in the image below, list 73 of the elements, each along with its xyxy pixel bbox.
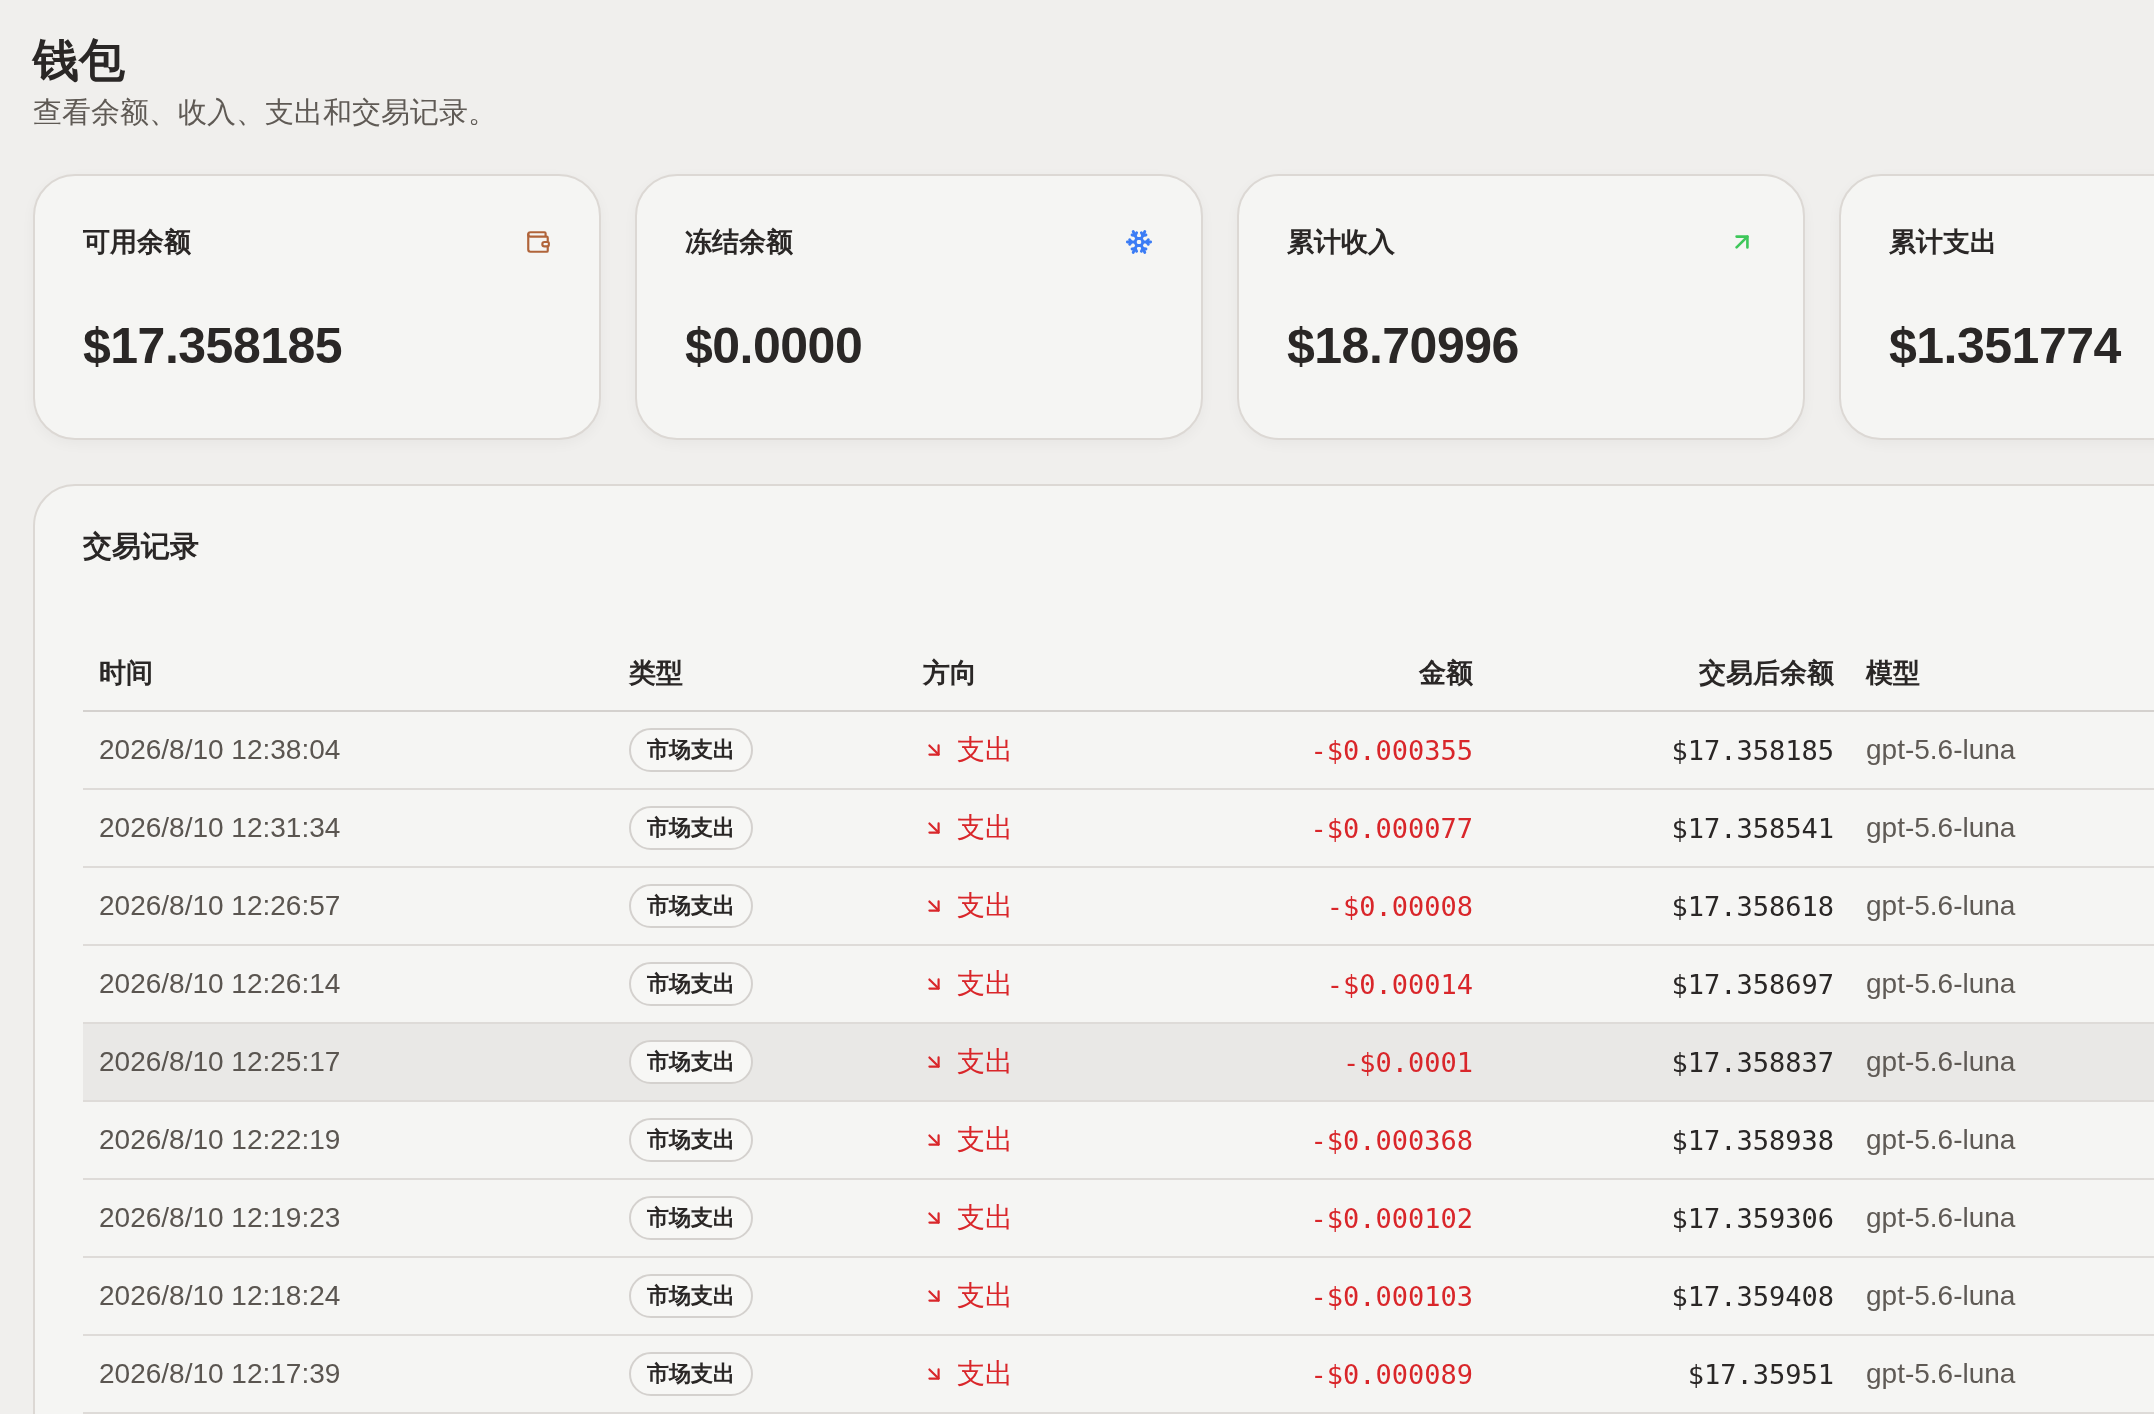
- model-cell: gpt-5.6-luna: [1866, 1046, 2016, 1078]
- model-cell: gpt-5.6-luna: [1866, 890, 2016, 922]
- amount-cell: -$0.00008: [1326, 890, 1473, 922]
- direction-label: 支出: [923, 809, 1013, 847]
- model-cell: gpt-5.6-luna: [1866, 1202, 2016, 1234]
- balance-cell: $17.358938: [1671, 1124, 1834, 1156]
- balance-cell: $17.358541: [1671, 812, 1834, 844]
- column-header: 模型: [1866, 656, 1920, 690]
- type-badge: 市场支出: [629, 884, 753, 928]
- type-badge: 市场支出: [629, 1274, 753, 1318]
- balance-cell: $17.358618: [1671, 890, 1834, 922]
- model-cell: gpt-5.6-luna: [1866, 812, 2016, 844]
- direction-label: 支出: [923, 1199, 1013, 1237]
- panel-title: 交易记录: [83, 528, 199, 565]
- time-cell: 2026/8/10 12:19:23: [99, 1202, 341, 1234]
- model-cell: gpt-5.6-luna: [1866, 1280, 2016, 1312]
- balance-cell: $17.359408: [1671, 1280, 1834, 1312]
- amount-cell: -$0.00014: [1326, 968, 1473, 1000]
- direction-label: 支出: [923, 731, 1013, 769]
- amount-cell: -$0.000102: [1310, 1202, 1473, 1234]
- stat-label: 冻结余额: [685, 225, 793, 259]
- time-cell: 2026/8/10 12:22:19: [99, 1124, 341, 1156]
- direction-label: 支出: [923, 965, 1013, 1003]
- column-header: 金额: [1419, 656, 1473, 690]
- type-badge: 市场支出: [629, 962, 753, 1006]
- model-cell: gpt-5.6-luna: [1866, 1358, 2016, 1390]
- stat-label: 可用余额: [83, 225, 191, 259]
- model-cell: gpt-5.6-luna: [1866, 734, 2016, 766]
- type-badge: 市场支出: [629, 1352, 753, 1396]
- direction-label: 支出: [923, 1043, 1013, 1081]
- model-cell: gpt-5.6-luna: [1866, 1124, 2016, 1156]
- balance-cell: $17.35951: [1687, 1358, 1834, 1390]
- column-header: 交易后余额: [1699, 656, 1834, 690]
- time-cell: 2026/8/10 12:26:57: [99, 890, 341, 922]
- type-badge: 市场支出: [629, 1040, 753, 1084]
- wallet-icon: [525, 229, 551, 255]
- direction-label: 支出: [923, 1121, 1013, 1159]
- balance-cell: $17.358837: [1671, 1046, 1834, 1078]
- type-badge: 市场支出: [629, 728, 753, 772]
- balance-cell: $17.358185: [1671, 734, 1834, 766]
- stat-value: $18.70996: [1287, 317, 1519, 376]
- column-header: 方向: [923, 656, 977, 690]
- type-badge: 市场支出: [629, 1196, 753, 1240]
- amount-cell: -$0.000077: [1310, 812, 1473, 844]
- stat-value: $17.358185: [83, 317, 343, 376]
- time-cell: 2026/8/10 12:25:17: [99, 1046, 341, 1078]
- stat-value: $0.0000: [685, 317, 863, 376]
- amount-cell: -$0.000089: [1310, 1358, 1473, 1390]
- time-cell: 2026/8/10 12:38:04: [99, 734, 341, 766]
- page-title: 钱包: [33, 32, 126, 89]
- stat-label: 累计支出: [1889, 225, 1997, 259]
- stat-value: $1.351774: [1889, 317, 2121, 376]
- balance-cell: $17.358697: [1671, 968, 1834, 1000]
- amount-cell: -$0.000103: [1310, 1280, 1473, 1312]
- amount-cell: -$0.000368: [1310, 1124, 1473, 1156]
- type-badge: 市场支出: [629, 1118, 753, 1162]
- time-cell: 2026/8/10 12:18:24: [99, 1280, 341, 1312]
- snowflake-icon: [1125, 228, 1153, 256]
- time-cell: 2026/8/10 12:31:34: [99, 812, 341, 844]
- model-cell: gpt-5.6-luna: [1866, 968, 2016, 1000]
- time-cell: 2026/8/10 12:26:14: [99, 968, 341, 1000]
- type-badge: 市场支出: [629, 806, 753, 850]
- time-cell: 2026/8/10 12:17:39: [99, 1358, 341, 1390]
- direction-label: 支出: [923, 887, 1013, 925]
- balance-cell: $17.359306: [1671, 1202, 1834, 1234]
- direction-label: 支出: [923, 1277, 1013, 1315]
- amount-cell: -$0.0001: [1342, 1046, 1473, 1078]
- page-subtitle: 查看余额、收入、支出和交易记录。: [33, 94, 497, 131]
- amount-cell: -$0.000355: [1310, 734, 1473, 766]
- stat-label: 累计收入: [1287, 225, 1395, 259]
- direction-label: 支出: [923, 1355, 1013, 1393]
- column-header: 时间: [99, 656, 153, 690]
- column-header: 类型: [629, 656, 683, 690]
